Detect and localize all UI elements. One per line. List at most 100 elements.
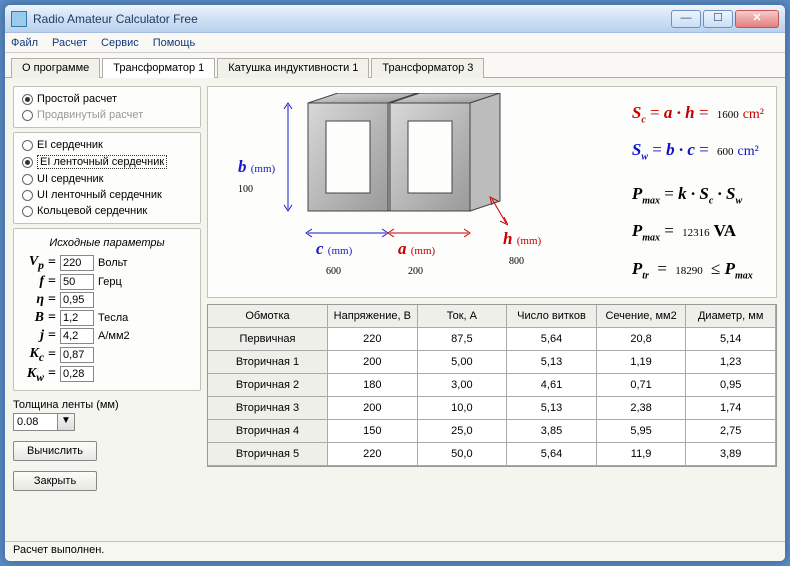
dim-b: b (mm)100 xyxy=(238,157,275,197)
param-kw: Kw= xyxy=(22,365,192,385)
radio-ui[interactable]: UI сердечник xyxy=(22,171,192,187)
menu-file[interactable]: Файл xyxy=(11,37,38,49)
table-cell: 25,0 xyxy=(418,420,508,443)
table-header: Число витков xyxy=(507,305,597,328)
table-cell: 3,00 xyxy=(418,374,508,397)
table-cell: 20,8 xyxy=(597,328,687,351)
diagram-panel: b (mm)100 c (mm)600 a (mm)200 h (mm)800 … xyxy=(207,86,777,298)
close-panel-button[interactable]: Закрыть xyxy=(13,471,97,491)
table-header: Диаметр, мм xyxy=(686,305,776,328)
param-eta: η= xyxy=(22,291,192,309)
formulas: Sc = a · h = 1600cm² Sw = b · c = 600cm²… xyxy=(632,97,764,292)
table-cell: 0,95 xyxy=(686,374,776,397)
dim-c: c (mm)600 xyxy=(316,239,352,279)
table-cell: 5,13 xyxy=(507,397,597,420)
dim-a: a (mm)200 xyxy=(398,239,435,279)
table-cell: 2,75 xyxy=(686,420,776,443)
main: b (mm)100 c (mm)600 a (mm)200 h (mm)800 … xyxy=(207,86,777,540)
params-title: Исходные параметры xyxy=(22,235,192,253)
table-cell: 220 xyxy=(328,443,418,466)
table-cell: 5,64 xyxy=(507,443,597,466)
radio-ei[interactable]: EI сердечник xyxy=(22,137,192,153)
radio-ring[interactable]: Кольцевой сердечник xyxy=(22,203,192,219)
table-row-name: Первичная xyxy=(208,328,328,351)
param-j: j=А/мм2 xyxy=(22,327,192,345)
minimize-button[interactable]: — xyxy=(671,10,701,28)
table-row-name: Вторичная 3 xyxy=(208,397,328,420)
dim-h: h (mm)800 xyxy=(503,229,541,269)
menubar: Файл Расчет Сервис Помощь xyxy=(5,33,785,53)
windings-table: ОбмоткаНапряжение, ВТок, АЧисло витковСе… xyxy=(207,304,777,467)
table-header: Сечение, мм2 xyxy=(597,305,687,328)
table-cell: 180 xyxy=(328,374,418,397)
param-vp: Vp=Вольт xyxy=(22,253,192,273)
menu-help[interactable]: Помощь xyxy=(153,37,196,49)
tape-thickness-block: Толщина ленты (мм) ▼ xyxy=(13,395,201,431)
titlebar[interactable]: Radio Amateur Calculator Free — ☐ ✕ xyxy=(5,5,785,33)
app-window: Radio Amateur Calculator Free — ☐ ✕ Файл… xyxy=(4,4,786,562)
tab-about[interactable]: О программе xyxy=(11,58,100,78)
table-cell: 11,9 xyxy=(597,443,687,466)
b-input[interactable] xyxy=(60,310,94,326)
radio-ei-tape[interactable]: EI ленточный сердечник xyxy=(22,153,192,171)
table-cell: 0,71 xyxy=(597,374,687,397)
menu-calc[interactable]: Расчет xyxy=(52,37,87,49)
table-cell: 1,74 xyxy=(686,397,776,420)
core-diagram xyxy=(248,93,508,263)
table-cell: 87,5 xyxy=(418,328,508,351)
tab-transformer3[interactable]: Трансформатор 3 xyxy=(371,58,484,78)
param-f: f=Герц xyxy=(22,273,192,291)
close-button[interactable]: ✕ xyxy=(735,10,779,28)
tab-coil1[interactable]: Катушка индуктивности 1 xyxy=(217,58,369,78)
kw-input[interactable] xyxy=(60,366,94,382)
radio-simple[interactable]: Простой расчет xyxy=(22,91,192,107)
table-cell: 5,95 xyxy=(597,420,687,443)
sidebar: Простой расчет Продвинутый расчет EI сер… xyxy=(13,86,201,540)
table-cell: 3,89 xyxy=(686,443,776,466)
table-cell: 4,61 xyxy=(507,374,597,397)
window-title: Radio Amateur Calculator Free xyxy=(33,12,198,26)
table-header: Ток, А xyxy=(418,305,508,328)
tape-thickness-combo[interactable]: ▼ xyxy=(13,413,75,431)
table-cell: 3,85 xyxy=(507,420,597,443)
maximize-button[interactable]: ☐ xyxy=(703,10,733,28)
table-cell: 200 xyxy=(328,351,418,374)
table-row-name: Вторичная 1 xyxy=(208,351,328,374)
table-cell: 5,64 xyxy=(507,328,597,351)
calculate-button[interactable]: Вычислить xyxy=(13,441,97,461)
table-cell: 5,13 xyxy=(507,351,597,374)
calc-type-group: Простой расчет Продвинутый расчет xyxy=(13,86,201,128)
table-cell: 220 xyxy=(328,328,418,351)
table-cell: 5,00 xyxy=(418,351,508,374)
table-cell: 50,0 xyxy=(418,443,508,466)
app-icon xyxy=(11,11,27,27)
table-cell: 200 xyxy=(328,397,418,420)
tab-transformer1[interactable]: Трансформатор 1 xyxy=(102,58,215,78)
table-cell: 1,19 xyxy=(597,351,687,374)
statusbar: Расчет выполнен. xyxy=(5,541,785,561)
param-kc: Kc= xyxy=(22,345,192,365)
table-row-name: Вторичная 4 xyxy=(208,420,328,443)
j-input[interactable] xyxy=(60,328,94,344)
vp-input[interactable] xyxy=(60,255,94,271)
table-row-name: Вторичная 2 xyxy=(208,374,328,397)
table-row-name: Вторичная 5 xyxy=(208,443,328,466)
table-cell: 2,38 xyxy=(597,397,687,420)
table-cell: 150 xyxy=(328,420,418,443)
tape-thickness-input[interactable] xyxy=(13,413,57,431)
table-cell: 5,14 xyxy=(686,328,776,351)
eta-input[interactable] xyxy=(60,292,94,308)
radio-ui-tape[interactable]: UI ленточный сердечник xyxy=(22,187,192,203)
table-header: Напряжение, В xyxy=(328,305,418,328)
kc-input[interactable] xyxy=(60,347,94,363)
table-cell: 10,0 xyxy=(418,397,508,420)
params-group: Исходные параметры Vp=Вольт f=Герц η= B=… xyxy=(13,228,201,391)
content: Простой расчет Продвинутый расчет EI сер… xyxy=(5,78,785,548)
param-b: B=Тесла xyxy=(22,309,192,327)
f-input[interactable] xyxy=(60,274,94,290)
core-group: EI сердечник EI ленточный сердечник UI с… xyxy=(13,132,201,224)
tape-thickness-label: Толщина ленты (мм) xyxy=(13,399,201,411)
tape-thickness-dropdown-button[interactable]: ▼ xyxy=(57,413,75,431)
menu-service[interactable]: Сервис xyxy=(101,37,139,49)
table-cell: 1,23 xyxy=(686,351,776,374)
